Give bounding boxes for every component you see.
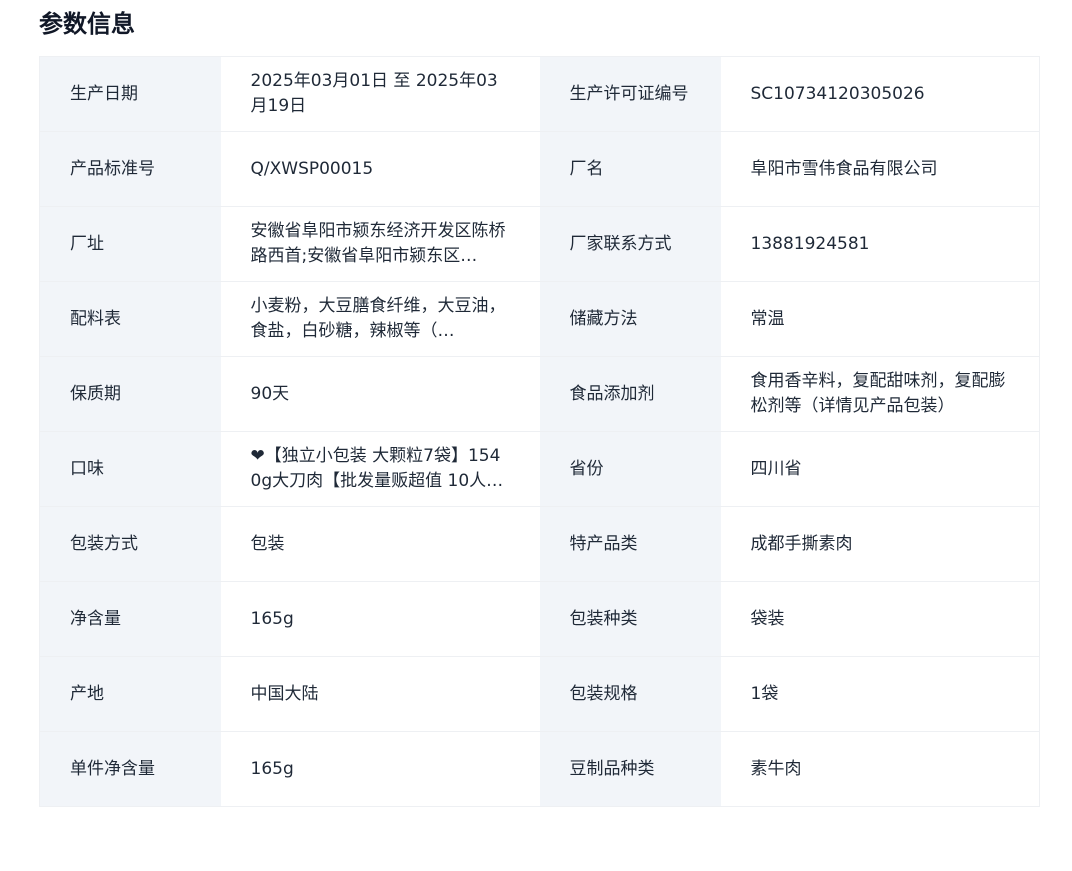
param-label-text: 省份: [569, 458, 604, 479]
param-label-text: 食品添加剂: [569, 383, 655, 404]
param-row: 单件净含量 165g 豆制品种类 素牛肉: [39, 731, 1040, 807]
param-value: 90天: [220, 356, 540, 432]
param-value: 2025年03月01日 至 2025年03月19日: [220, 56, 540, 132]
param-label-text: 保质期: [70, 383, 121, 404]
param-value-text: 四川省: [750, 458, 802, 479]
param-value: 四川省: [720, 431, 1040, 507]
param-label: 包装方式: [39, 506, 221, 582]
param-label: 厂家联系方式: [539, 206, 721, 282]
params-table: 生产日期 2025年03月01日 至 2025年03月19日 生产许可证编号 SC10…: [39, 56, 1040, 807]
param-row: 净含量 165g 包装种类 袋装: [39, 581, 1040, 657]
param-value-text: 常温: [750, 308, 785, 329]
param-value-text: Q/XWSP00015: [250, 158, 374, 179]
param-label-text: 储藏方法: [569, 308, 638, 329]
param-row: 产品标准号 Q/XWSP00015 厂名 阜阳市雪伟食品有限公司: [39, 131, 1040, 207]
param-value: 成都手撕素肉: [720, 506, 1040, 582]
param-label: 厂址: [39, 206, 221, 282]
param-value: 小麦粉，大豆膳食纤维，大豆油，食盐，白砂糖，辣椒等（…: [220, 281, 540, 357]
param-label-text: 单件净含量: [70, 758, 155, 779]
param-label-text: 生产许可证编号: [569, 83, 689, 104]
param-row: 保质期 90天 食品添加剂 食用香辛料，复配甜味剂，复配膨松剂等（详情见产品包装）: [39, 356, 1040, 432]
param-label: 食品添加剂: [539, 356, 721, 432]
param-value-text: ❤【独立小包装 大颗粒7袋】1540g大刀肉【批发量贩超值 10人…: [250, 446, 504, 491]
param-value-text: 1袋: [750, 683, 779, 704]
param-value-text: 包装: [250, 533, 285, 554]
param-value-text: 食用香辛料，复配甜味剂，复配膨松剂等（详情见产品包装）: [750, 371, 1006, 416]
param-label: 厂名: [539, 131, 721, 207]
param-value: SC10734120305026: [720, 56, 1040, 132]
param-label-text: 生产日期: [70, 83, 138, 104]
param-value: 素牛肉: [720, 731, 1040, 807]
param-value-text: 袋装: [750, 608, 785, 629]
param-label-text: 产品标准号: [70, 158, 155, 179]
param-value-text: 2025年03月01日 至 2025年03月19日: [250, 71, 498, 116]
param-value-text: 165g: [250, 608, 294, 629]
params-body: 生产日期 2025年03月01日 至 2025年03月19日 生产许可证编号 SC10…: [39, 56, 1040, 807]
param-value-text: 阜阳市雪伟食品有限公司: [750, 158, 938, 179]
param-row: 包装方式 包装 特产品类 成都手撕素肉: [39, 506, 1040, 582]
param-label: 配料表: [39, 281, 221, 357]
param-label: 包装规格: [539, 656, 721, 732]
param-value: Q/XWSP00015: [220, 131, 540, 207]
param-label: 豆制品种类: [539, 731, 721, 807]
param-label: 产品标准号: [39, 131, 221, 207]
param-label-text: 产地: [70, 683, 104, 704]
param-value-text: 165g: [250, 758, 294, 779]
param-value-text: 素牛肉: [750, 758, 802, 779]
param-label-text: 口味: [70, 458, 104, 479]
param-label-text: 净含量: [70, 608, 121, 629]
param-value-text: 13881924581: [750, 233, 870, 254]
param-value: 1袋: [720, 656, 1040, 732]
param-label: 生产许可证编号: [539, 56, 721, 132]
param-label-text: 包装规格: [569, 683, 638, 704]
param-value: 13881924581: [720, 206, 1040, 282]
param-label-text: 厂名: [569, 158, 604, 179]
param-value: 165g: [220, 731, 540, 807]
param-row: 厂址 安徽省阜阳市颍东经济开发区陈桥路西首;安徽省阜阳市颍东区… 厂家联系方式 138…: [39, 206, 1040, 282]
param-row: 产地 中国大陆 包装规格 1袋: [39, 656, 1040, 732]
param-label-text: 特产品类: [569, 533, 638, 554]
param-label: 包装种类: [539, 581, 721, 657]
param-label-text: 配料表: [70, 308, 121, 329]
param-label: 保质期: [39, 356, 221, 432]
param-label-text: 包装方式: [70, 533, 138, 554]
param-label: 净含量: [39, 581, 221, 657]
param-value-text: 安徽省阜阳市颍东经济开发区陈桥路西首;安徽省阜阳市颍东区…: [250, 221, 506, 266]
param-value: 安徽省阜阳市颍东经济开发区陈桥路西首;安徽省阜阳市颍东区…: [220, 206, 540, 282]
param-label: 省份: [539, 431, 721, 507]
param-value: 包装: [220, 506, 540, 582]
param-label: 产地: [39, 656, 221, 732]
param-label: 特产品类: [539, 506, 721, 582]
param-value-text: 90天: [250, 383, 290, 404]
param-value-text: 中国大陆: [250, 683, 319, 704]
param-row: 生产日期 2025年03月01日 至 2025年03月19日 生产许可证编号 SC10…: [39, 56, 1040, 132]
param-label-text: 包装种类: [569, 608, 638, 629]
param-label: 单件净含量: [39, 731, 221, 807]
param-label-text: 厂家联系方式: [569, 233, 672, 254]
param-row: 口味 ❤【独立小包装 大颗粒7袋】1540g大刀肉【批发量贩超值 10人… 省份 四川…: [39, 431, 1040, 507]
param-label-text: 豆制品种类: [569, 758, 655, 779]
section-title: 参数信息: [39, 10, 135, 38]
param-value: 袋装: [720, 581, 1040, 657]
param-value: 165g: [220, 581, 540, 657]
param-value-text: 成都手撕素肉: [750, 533, 853, 554]
param-label: 口味: [39, 431, 221, 507]
param-label-text: 厂址: [70, 233, 104, 254]
param-value-text: SC10734120305026: [750, 83, 925, 104]
param-label: 储藏方法: [539, 281, 721, 357]
param-value: 常温: [720, 281, 1040, 357]
param-value: 食用香辛料，复配甜味剂，复配膨松剂等（详情见产品包装）: [720, 356, 1040, 432]
param-value: ❤【独立小包装 大颗粒7袋】1540g大刀肉【批发量贩超值 10人…: [220, 431, 540, 507]
param-value-text: 小麦粉，大豆膳食纤维，大豆油，食盐，白砂糖，辣椒等（…: [250, 296, 506, 341]
param-row: 配料表 小麦粉，大豆膳食纤维，大豆油，食盐，白砂糖，辣椒等（… 储藏方法 常温: [39, 281, 1040, 357]
param-label: 生产日期: [39, 56, 221, 132]
param-value: 阜阳市雪伟食品有限公司: [720, 131, 1040, 207]
param-value: 中国大陆: [220, 656, 540, 732]
